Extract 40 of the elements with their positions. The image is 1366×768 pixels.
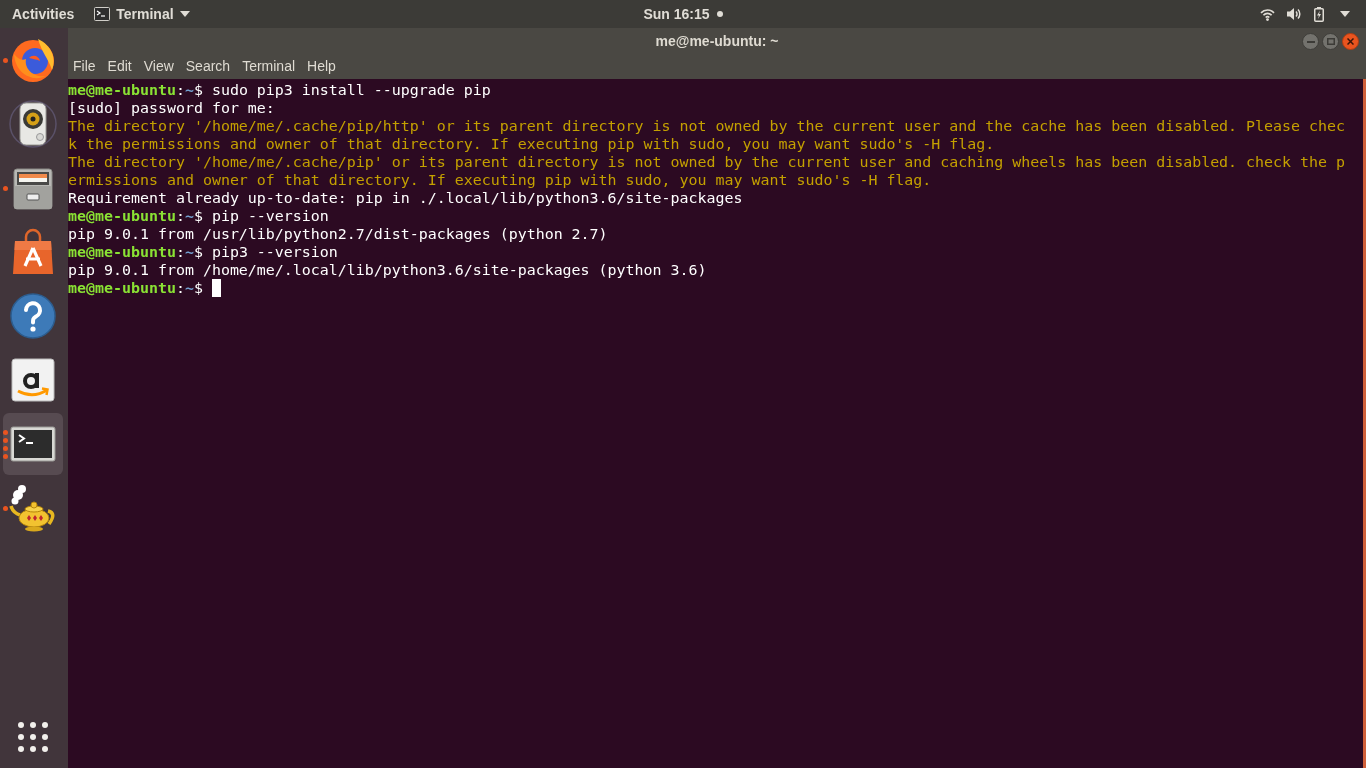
- teapot-icon: [9, 484, 57, 532]
- shell-prompt-line: me@me-ubuntu:~$: [68, 279, 203, 297]
- terminal-icon: [94, 7, 111, 21]
- window-title: me@me-ubuntu: ~: [655, 31, 779, 51]
- caret-icon: [179, 11, 190, 17]
- clock-button[interactable]: Sun 16:15: [637, 0, 729, 28]
- menu-item[interactable]: File: [68, 55, 101, 78]
- minimize-icon: [1306, 40, 1315, 43]
- shell-prompt-line: me@me-ubuntu:~$ pip3 --version: [68, 243, 338, 261]
- battery-charging-icon: [1314, 6, 1324, 22]
- warning-line: The directory '/home/me/.cache/pip' or its parent directory is not owned by the current user and caching wheels has been disabled. check the p: [68, 153, 1346, 171]
- caret-icon: [1340, 11, 1350, 17]
- menu-item[interactable]: Edit: [102, 55, 137, 78]
- output-line: Requirement already up-to-date: pip in ./.local/lib/python3.6/site-packages: [68, 189, 743, 207]
- shell-prompt-line: me@me-ubuntu:~$ pip --version: [68, 207, 329, 225]
- output-line: pip 9.0.1 from /usr/lib/python2.7/dist-packages (python 2.7): [68, 225, 608, 243]
- close-icon: [1347, 38, 1354, 45]
- warning-line: The directory '/home/me/.cache/pip/http' or its parent directory is not owned by the current user and the cache has been disabled. Please chec: [68, 117, 1346, 135]
- app-grid-icon[interactable]: [18, 722, 48, 752]
- letter-a-tile-icon: [9, 356, 57, 404]
- flame-globe-icon: [9, 36, 57, 84]
- dock-launcher[interactable]: [3, 413, 63, 475]
- output-line: [sudo] password for me:: [68, 99, 275, 117]
- maximize-icon: [1326, 38, 1335, 45]
- menu-item[interactable]: Search: [180, 55, 236, 78]
- shell-prompt-line: me@me-ubuntu:~$ sudo pip3 install --upgrade pip: [68, 81, 491, 99]
- menu-item[interactable]: Terminal: [237, 55, 301, 78]
- wifi-icon: [1260, 7, 1275, 21]
- menu-item[interactable]: View: [138, 55, 179, 78]
- volume-icon: [1287, 7, 1302, 21]
- output-line: pip 9.0.1 from /home/me/.local/lib/python3.6/site-packages (python 3.6): [68, 261, 707, 279]
- close-button[interactable]: [1342, 33, 1359, 50]
- speaker-icon: [9, 100, 57, 148]
- scrollbar-thumb[interactable]: [1363, 79, 1366, 768]
- app-menu[interactable]: Terminal: [90, 0, 194, 28]
- menu-item[interactable]: Help: [302, 55, 341, 78]
- warning-line: k the permissions and owner of that directory. If executing pip with sudo, you may want sudo's -H flag.: [68, 135, 995, 153]
- activities-button[interactable]: Activities: [4, 0, 83, 28]
- help-icon: [9, 292, 57, 340]
- warning-line: ermissions and owner of that directory. If executing pip with sudo, you may want sudo's -H flag.: [68, 171, 932, 189]
